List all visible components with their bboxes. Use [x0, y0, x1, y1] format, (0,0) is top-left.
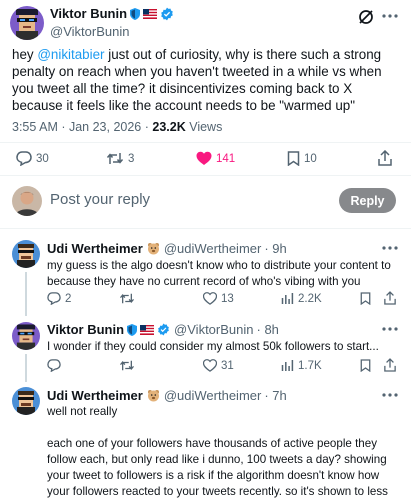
analytics-icon: [281, 293, 294, 304]
reply-input[interactable]: Post your reply: [50, 191, 150, 208]
bookmark-icon[interactable]: [360, 359, 371, 372]
share-icon[interactable]: [384, 358, 396, 372]
reply-3-author-name[interactable]: Udi Wertheimer: [47, 388, 143, 403]
reply-count: 2: [65, 292, 72, 305]
more-options-icon[interactable]: [382, 327, 398, 331]
share-icon[interactable]: [384, 291, 396, 305]
reply-3-text-paragraph: each one of your followers have thousand…: [47, 437, 388, 498]
divider: [0, 228, 411, 229]
repost-action[interactable]: [119, 359, 139, 372]
mention-link[interactable]: @nikitabier: [37, 47, 104, 62]
reply-button[interactable]: Reply: [339, 188, 396, 213]
main-post-avatar[interactable]: [10, 6, 44, 40]
grok-icon[interactable]: [358, 9, 374, 25]
current-user-avatar[interactable]: [12, 186, 42, 216]
like-count: 13: [221, 292, 234, 305]
reply-2-text: I wonder if they could consider my almos…: [47, 340, 379, 353]
reply-3-handle[interactable]: @udiWertheimer: [164, 388, 262, 403]
reply-2-handle[interactable]: @ViktorBunin: [174, 322, 253, 337]
bookmark-count: 10: [304, 152, 317, 165]
views-count: 23.2K: [152, 120, 186, 134]
bookmark-action[interactable]: 10: [287, 151, 317, 166]
repost-icon: [106, 153, 124, 164]
pixel-avatar-icon: [12, 387, 40, 415]
views-action[interactable]: 2.2K: [281, 292, 322, 305]
divider: [0, 175, 411, 176]
main-post-text: hey @nikitabier just out of curiosity, w…: [12, 46, 404, 114]
more-options-icon[interactable]: [382, 14, 398, 18]
us-flag-icon: [140, 324, 155, 335]
reply-action[interactable]: [47, 359, 65, 372]
reply-action[interactable]: 30: [16, 151, 49, 166]
reply-1-handle[interactable]: @udiWertheimer: [164, 241, 262, 256]
reply-1-avatar[interactable]: [12, 240, 40, 268]
thread-line: [25, 272, 27, 316]
bear-emoji-badge-icon: [147, 389, 160, 402]
reply-icon: [47, 292, 61, 305]
reply-3-time[interactable]: · 7h: [264, 388, 286, 403]
views-count: 2.2K: [298, 292, 322, 305]
us-flag-icon: [143, 8, 158, 19]
reply-3-avatar[interactable]: [12, 387, 40, 415]
shield-icon: [130, 7, 141, 20]
reply-1-time[interactable]: · 9h: [264, 241, 286, 256]
more-options-icon[interactable]: [382, 246, 398, 250]
reply-1-author-name[interactable]: Udi Wertheimer: [47, 241, 143, 256]
heart-filled-icon: [196, 151, 212, 165]
more-options-icon[interactable]: [382, 393, 398, 397]
views-label: Views: [185, 120, 223, 134]
like-action[interactable]: 13: [203, 292, 234, 305]
reply-2-author-name[interactable]: Viktor Bunin: [47, 322, 124, 337]
repost-count: 3: [128, 152, 135, 165]
main-post-handle[interactable]: @ViktorBunin: [50, 24, 129, 39]
bookmark-icon[interactable]: [360, 292, 371, 305]
pixel-avatar-icon: [10, 6, 44, 40]
reply-3-text-line1: well not really: [47, 405, 118, 418]
like-action[interactable]: 141: [196, 151, 235, 166]
views-action[interactable]: 1.7K: [281, 359, 322, 372]
analytics-icon: [281, 360, 294, 371]
repost-icon: [120, 360, 134, 371]
reply-icon: [47, 359, 61, 372]
share-icon[interactable]: [378, 150, 392, 166]
reply-2-avatar[interactable]: [12, 322, 40, 350]
reply-action[interactable]: 2: [47, 292, 71, 305]
divider: [0, 142, 411, 143]
verified-badge-icon: [160, 7, 174, 21]
post-timestamp[interactable]: 3:55 AM · Jan 23, 2026 ·: [12, 120, 152, 134]
pixel-avatar-icon: [12, 240, 40, 268]
views-count: 1.7K: [298, 359, 322, 372]
heart-icon: [203, 292, 217, 305]
user-photo-icon: [12, 186, 42, 216]
reply-button-label: Reply: [350, 193, 385, 208]
post-timestamp-row: 3:55 AM · Jan 23, 2026 · 23.2K Views: [12, 120, 222, 134]
shield-icon: [127, 323, 138, 336]
like-action[interactable]: 31: [203, 359, 234, 372]
bookmark-icon: [287, 151, 300, 166]
bear-emoji-badge-icon: [147, 242, 160, 255]
repost-action[interactable]: 3: [106, 151, 134, 166]
pixel-avatar-icon: [12, 322, 40, 350]
heart-icon: [203, 359, 217, 372]
like-count: 141: [216, 152, 236, 165]
reply-1-text: my guess is the algo doesn't know who to…: [47, 259, 391, 288]
like-count: 31: [221, 359, 234, 372]
post-text-part: hey: [12, 47, 38, 62]
verified-badge-icon: [157, 323, 170, 336]
main-post-author-name[interactable]: Viktor Bunin: [50, 6, 127, 21]
repost-icon: [120, 293, 134, 304]
reply-2-time[interactable]: · 8h: [257, 322, 279, 337]
thread-line: [25, 354, 27, 382]
reply-count: 30: [36, 152, 49, 165]
repost-action[interactable]: [119, 292, 139, 305]
reply-icon: [16, 151, 32, 166]
